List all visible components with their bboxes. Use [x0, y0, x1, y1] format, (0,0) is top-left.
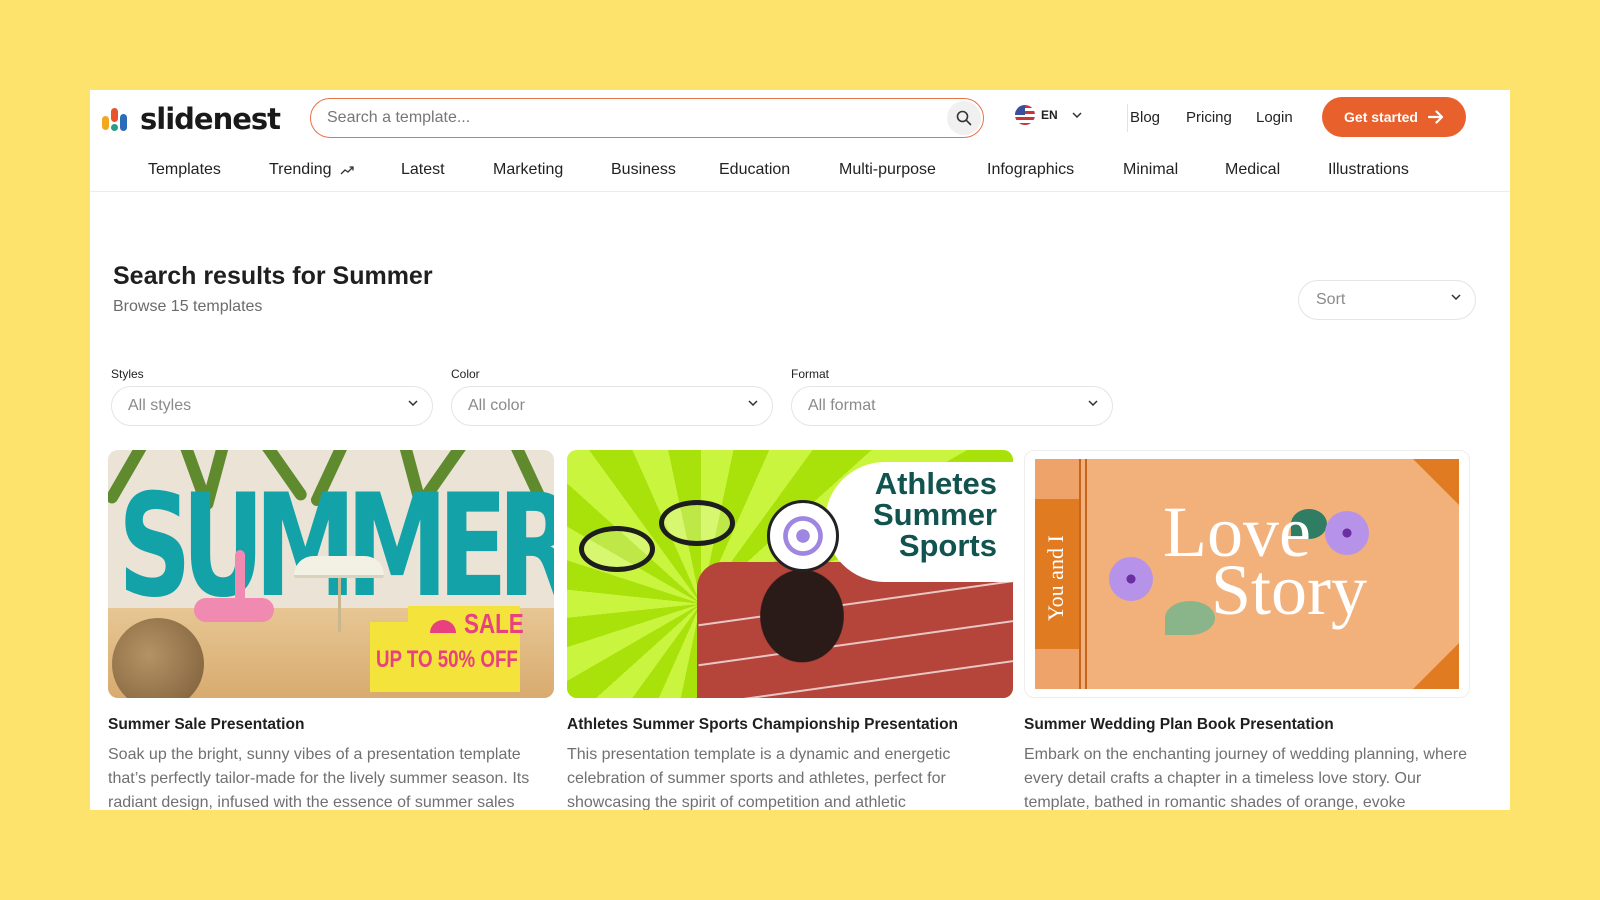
- template-card[interactable]: You and I Love Story Summer Wedding Plan…: [1024, 450, 1470, 810]
- nav-item-marketing[interactable]: Marketing: [493, 161, 563, 179]
- chevron-down-icon: [1451, 294, 1461, 300]
- brand-name: slidenest: [140, 102, 281, 136]
- nav-item-label: Illustrations: [1328, 161, 1409, 178]
- flamingo-float-illustration: [194, 598, 274, 622]
- nav-item-label: Infographics: [987, 161, 1075, 178]
- nav-item-label: Latest: [401, 161, 445, 178]
- thumbnail-headline-line: Athletes: [874, 466, 997, 501]
- chevron-down-icon: [1072, 112, 1082, 118]
- thumbnail-spine-text: You and I: [1043, 535, 1068, 621]
- card-title[interactable]: Athletes Summer Sports Championship Pres…: [567, 716, 1013, 734]
- nav-item-trending[interactable]: Trending: [269, 161, 354, 179]
- header-divider: [1127, 104, 1128, 132]
- nav-item-label: Education: [719, 161, 791, 178]
- us-flag-icon: [1015, 105, 1035, 125]
- swim-goggles-illustration: [579, 526, 655, 572]
- card-description: This presentation template is a dynamic …: [567, 746, 951, 810]
- thumbnail-headline: Love Story: [1163, 496, 1367, 626]
- template-card[interactable]: Athletes Summer Sports Athletes Summer S…: [567, 450, 1013, 810]
- browser-page: slidenest EN Blog Pricing Login Get star…: [90, 90, 1510, 810]
- trending-up-icon: [340, 166, 354, 175]
- thumbnail-headline: SUMMER: [118, 464, 554, 629]
- login-link[interactable]: Login: [1256, 109, 1293, 126]
- language-selector[interactable]: EN: [1015, 105, 1082, 125]
- color-filter-value: All color: [468, 397, 525, 414]
- blog-link[interactable]: Blog: [1130, 109, 1160, 126]
- category-nav: Templates Trending Latest Marketing Busi…: [90, 148, 1510, 192]
- format-filter-select[interactable]: All format: [791, 386, 1113, 426]
- sort-label: Sort: [1316, 291, 1346, 308]
- color-filter-label: Color: [451, 367, 480, 381]
- nav-item-label: Templates: [148, 161, 221, 178]
- nav-item-education[interactable]: Education: [719, 161, 790, 179]
- template-thumbnail[interactable]: SUMMER SALE UP TO 50% OFF: [108, 450, 554, 698]
- search-bar[interactable]: [310, 98, 984, 138]
- search-input[interactable]: [327, 109, 927, 127]
- nav-item-multi-purpose[interactable]: Multi-purpose: [839, 161, 936, 179]
- pricing-link[interactable]: Pricing: [1186, 109, 1232, 126]
- flower-illustration: [1109, 557, 1153, 601]
- nav-item-business[interactable]: Business: [611, 161, 676, 179]
- thumbnail-headline-line: Sports: [898, 528, 997, 563]
- search-icon: [956, 110, 972, 126]
- chevron-down-icon: [408, 400, 418, 406]
- chevron-down-icon: [748, 400, 758, 406]
- template-card[interactable]: SUMMER SALE UP TO 50% OFF Summer Sale Pr…: [108, 450, 554, 810]
- sort-dropdown[interactable]: Sort: [1298, 280, 1476, 320]
- format-filter-label: Format: [791, 367, 830, 381]
- nav-item-medical[interactable]: Medical: [1225, 161, 1280, 179]
- card-title[interactable]: Summer Wedding Plan Book Presentation: [1024, 716, 1470, 734]
- soccer-ball-illustration: [767, 500, 839, 572]
- nav-item-latest[interactable]: Latest: [401, 161, 445, 179]
- get-started-label: Get started: [1344, 109, 1418, 125]
- color-filter-select[interactable]: All color: [451, 386, 773, 426]
- get-started-button[interactable]: Get started: [1322, 97, 1466, 137]
- thumbnail-offer-text: UP TO 50% OFF: [376, 646, 518, 673]
- nav-item-label: Minimal: [1123, 161, 1179, 178]
- styles-filter-select[interactable]: All styles: [111, 386, 433, 426]
- chevron-down-icon: [1088, 400, 1098, 406]
- nav-item-label: Business: [611, 161, 676, 178]
- template-thumbnail[interactable]: Athletes Summer Sports: [567, 450, 1013, 698]
- card-description: Soak up the bright, sunny vibes of a pre…: [108, 746, 530, 810]
- thumbnail-headline: Athletes Summer Sports: [873, 468, 997, 561]
- nav-item-infographics[interactable]: Infographics: [987, 161, 1074, 179]
- styles-filter-value: All styles: [128, 397, 192, 414]
- thumbnail-headline-line: Summer: [872, 497, 997, 532]
- logo-mark-icon: [102, 104, 136, 134]
- format-filter-value: All format: [808, 397, 876, 414]
- card-description: Embark on the enchanting journey of wedd…: [1024, 746, 1467, 810]
- styles-filter-label: Styles: [111, 367, 144, 381]
- arrow-right-icon: [1427, 110, 1444, 124]
- site-header: slidenest EN Blog Pricing Login Get star…: [90, 90, 1510, 148]
- nav-item-templates[interactable]: Templates: [148, 161, 221, 179]
- search-button[interactable]: [947, 101, 981, 135]
- nav-item-label: Marketing: [493, 161, 564, 178]
- brand-logo[interactable]: slidenest: [102, 100, 281, 138]
- template-thumbnail[interactable]: You and I Love Story: [1024, 450, 1470, 698]
- card-title[interactable]: Summer Sale Presentation: [108, 716, 554, 734]
- nav-item-label: Trending: [269, 161, 332, 178]
- nav-item-illustrations[interactable]: Illustrations: [1328, 161, 1409, 179]
- results-count: Browse 15 templates: [113, 298, 263, 315]
- page-title: Search results for Summer: [113, 262, 433, 290]
- beach-umbrella-illustration: [294, 556, 384, 578]
- nav-item-minimal[interactable]: Minimal: [1123, 161, 1178, 179]
- language-code: EN: [1041, 108, 1058, 122]
- nav-item-label: Multi-purpose: [839, 161, 936, 178]
- nav-item-label: Medical: [1225, 161, 1281, 178]
- athlete-photo: [737, 568, 867, 688]
- thumbnail-sale-text: SALE: [464, 608, 524, 639]
